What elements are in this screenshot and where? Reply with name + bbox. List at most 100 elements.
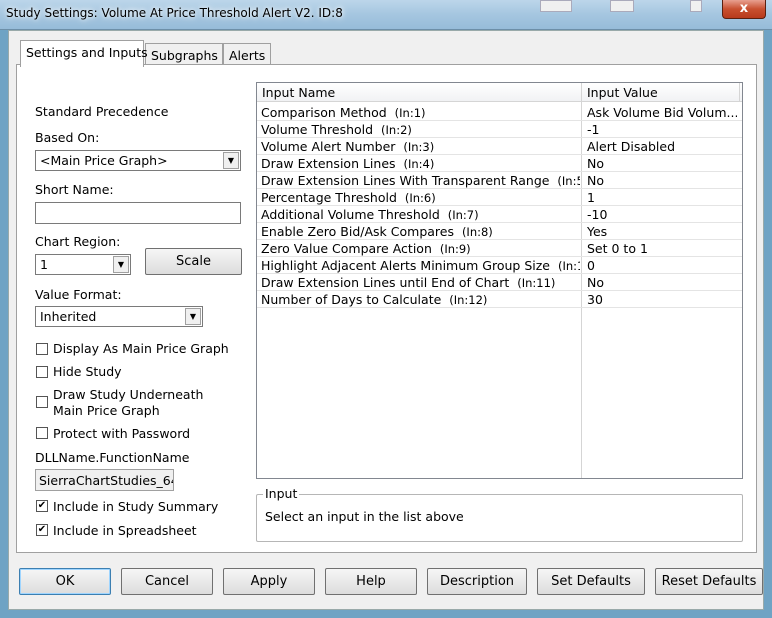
column-header-input-value[interactable]: Input Value: [582, 83, 740, 102]
dll-label: DLLName.FunctionName: [35, 450, 190, 465]
input-index-text: (In:11): [517, 276, 556, 290]
input-name-text: Number of Days to Calculate: [261, 292, 442, 307]
input-name-text: Additional Volume Threshold: [261, 207, 440, 222]
input-name-cell[interactable]: Volume Threshold (In:2): [257, 121, 580, 138]
input-value-cell[interactable]: -1: [583, 121, 737, 138]
input-index-text: (In:2): [381, 123, 412, 137]
background-window-fragment: [610, 0, 634, 12]
input-index-text: (In:8): [461, 225, 493, 239]
close-button[interactable]: x: [722, 0, 766, 19]
display-as-main-label: Display As Main Price Graph: [53, 341, 229, 356]
input-name-cell[interactable]: Percentage Threshold (In:6): [257, 189, 580, 206]
input-index-text: (In:10): [557, 259, 580, 273]
short-name-label: Short Name:: [35, 182, 114, 197]
scale-button[interactable]: Scale: [145, 248, 242, 275]
input-name-text: Zero Value Compare Action: [261, 241, 432, 256]
background-window-fragment: [690, 0, 702, 12]
input-value-cell[interactable]: -10: [583, 206, 737, 223]
include-summary-checkbox[interactable]: ✔: [36, 500, 48, 512]
table-row[interactable]: Draw Extension Lines until End of Chart …: [257, 274, 742, 291]
input-description-group: Input Select an input in the list above: [256, 486, 743, 542]
draw-underneath-label: Draw Study Underneath: [53, 387, 204, 402]
input-name-cell[interactable]: Draw Extension Lines With Transparent Ra…: [257, 172, 580, 189]
chevron-down-icon: ▼: [113, 256, 129, 273]
reset-defaults-button[interactable]: Reset Defaults: [655, 568, 763, 595]
input-value-cell[interactable]: 1: [583, 189, 737, 206]
column-header-input-name[interactable]: Input Name: [257, 83, 582, 102]
input-name-cell[interactable]: Additional Volume Threshold (In:7): [257, 206, 580, 223]
input-index-text: (In:12): [449, 293, 488, 307]
input-value-cell[interactable]: Ask Volume Bid Volum...: [583, 104, 737, 121]
input-value-cell[interactable]: 0: [583, 257, 737, 274]
help-button[interactable]: Help: [325, 568, 417, 595]
input-value-cell[interactable]: 30: [583, 291, 737, 308]
include-spreadsheet-checkbox[interactable]: ✔: [36, 524, 48, 536]
cancel-button[interactable]: Cancel: [121, 568, 213, 595]
input-description-text: Select an input in the list above: [265, 509, 464, 524]
chart-region-label: Chart Region:: [35, 234, 121, 249]
input-name-cell[interactable]: Draw Extension Lines until End of Chart …: [257, 274, 580, 291]
table-row[interactable]: Draw Extension Lines With Transparent Ra…: [257, 172, 742, 189]
table-row[interactable]: Volume Threshold (In:2) -1: [257, 121, 742, 138]
input-value-cell[interactable]: No: [583, 274, 737, 291]
based-on-value: <Main Price Graph>: [40, 153, 168, 168]
input-value-cell[interactable]: No: [583, 172, 737, 189]
input-index-text: (In:7): [447, 208, 479, 222]
input-name-cell[interactable]: Volume Alert Number (In:3): [257, 138, 580, 155]
input-index-text: (In:9): [439, 242, 471, 256]
table-row[interactable]: Enable Zero Bid/Ask Compares (In:8) Yes: [257, 223, 742, 240]
chart-region-value: 1: [40, 257, 48, 272]
protect-password-checkbox[interactable]: [36, 427, 48, 439]
input-name-cell[interactable]: Zero Value Compare Action (In:9): [257, 240, 580, 257]
table-row[interactable]: Zero Value Compare Action (In:9) Set 0 to…: [257, 240, 742, 257]
input-index-text: (In:6): [404, 191, 436, 205]
value-format-value: Inherited: [40, 309, 97, 324]
grid-header: Input Name Input Value: [257, 83, 742, 102]
chart-region-dropdown[interactable]: 1 ▼: [35, 254, 131, 275]
display-as-main-checkbox[interactable]: [36, 343, 48, 355]
tab-settings-and-inputs[interactable]: Settings and Inputs: [20, 40, 148, 67]
input-name-text: Enable Zero Bid/Ask Compares: [261, 224, 454, 239]
table-row[interactable]: Volume Alert Number (In:3) Alert Disabled: [257, 138, 742, 155]
input-name-text: Comparison Method: [261, 105, 387, 120]
table-row[interactable]: Highlight Adjacent Alerts Minimum Group …: [257, 257, 742, 274]
based-on-dropdown[interactable]: <Main Price Graph> ▼: [35, 150, 241, 171]
short-name-field[interactable]: [35, 202, 241, 224]
table-row[interactable]: Number of Days to Calculate (In:12) 30: [257, 291, 742, 308]
value-format-dropdown[interactable]: Inherited ▼: [35, 306, 203, 327]
input-name-text: Draw Extension Lines: [261, 156, 396, 171]
input-index-text: (In:3): [403, 140, 435, 154]
input-name-text: Volume Alert Number: [261, 139, 396, 154]
apply-button[interactable]: Apply: [223, 568, 315, 595]
dll-function-field: SierraChartStudies_64: [35, 469, 174, 491]
set-defaults-button[interactable]: Set Defaults: [537, 568, 645, 595]
input-value-cell[interactable]: Set 0 to 1: [583, 240, 737, 257]
description-button[interactable]: Description: [427, 568, 527, 595]
input-name-cell[interactable]: Draw Extension Lines (In:4): [257, 155, 580, 172]
input-value-cell[interactable]: Alert Disabled: [583, 138, 737, 155]
input-value-cell[interactable]: Yes: [583, 223, 737, 240]
input-name-cell[interactable]: Enable Zero Bid/Ask Compares (In:8): [257, 223, 580, 240]
table-row[interactable]: Comparison Method (In:1) Ask Volume Bid V…: [257, 104, 742, 121]
input-name-text: Highlight Adjacent Alerts Minimum Group …: [261, 258, 550, 273]
table-row[interactable]: Additional Volume Threshold (In:7) -10: [257, 206, 742, 223]
ok-button[interactable]: OK: [19, 568, 111, 595]
inputs-grid[interactable]: Input Name Input Value Comparison Method…: [256, 82, 743, 479]
input-name-text: Volume Threshold: [261, 122, 374, 137]
based-on-label: Based On:: [35, 130, 100, 145]
input-name-cell[interactable]: Comparison Method (In:1): [257, 104, 580, 121]
hide-study-checkbox[interactable]: [36, 366, 48, 378]
chevron-down-icon: ▼: [223, 152, 239, 169]
row-divider: [257, 307, 742, 308]
input-group-legend: Input: [263, 486, 300, 501]
table-row[interactable]: Draw Extension Lines (In:4) No: [257, 155, 742, 172]
input-value-cell[interactable]: No: [583, 155, 737, 172]
hide-study-label: Hide Study: [53, 364, 122, 379]
table-row[interactable]: Percentage Threshold (In:6) 1: [257, 189, 742, 206]
input-name-cell[interactable]: Number of Days to Calculate (In:12): [257, 291, 580, 308]
draw-underneath-checkbox[interactable]: [36, 396, 48, 408]
input-name-cell[interactable]: Highlight Adjacent Alerts Minimum Group …: [257, 257, 580, 274]
